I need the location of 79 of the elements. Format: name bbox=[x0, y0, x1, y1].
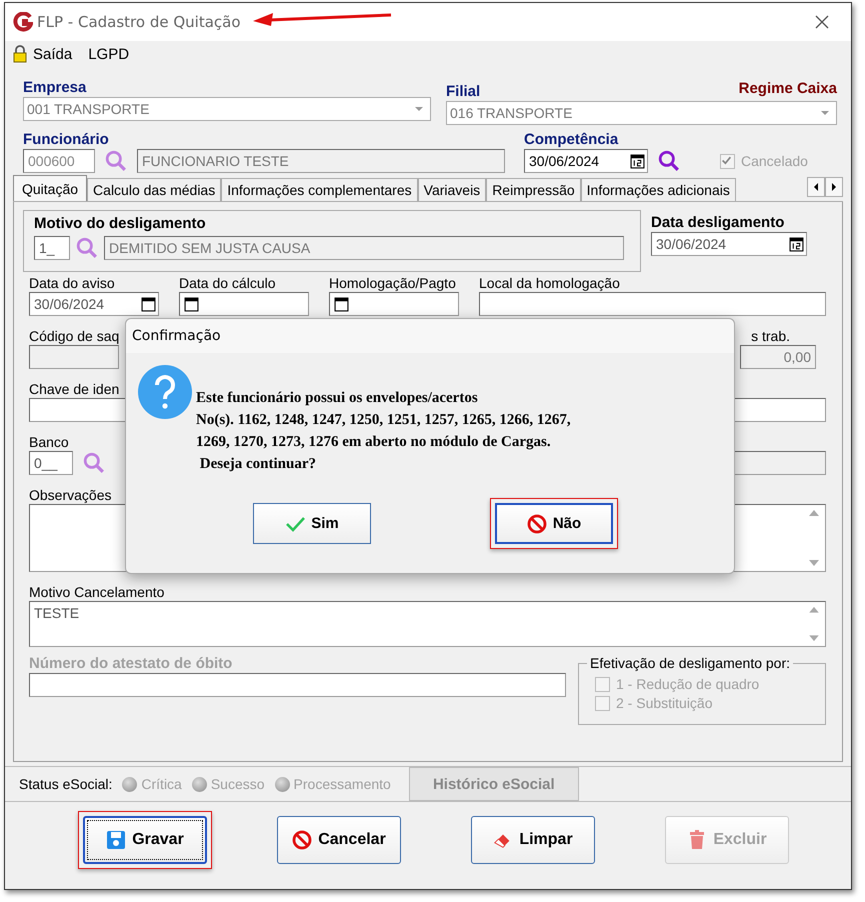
field-label: Homologação/Pagto bbox=[329, 275, 456, 292]
reason-code-field[interactable]: 1_ bbox=[34, 236, 70, 260]
tab[interactable]: Calculo das médias bbox=[87, 178, 222, 201]
dialog-button[interactable]: Não bbox=[495, 503, 613, 544]
date-field[interactable] bbox=[179, 292, 309, 316]
tab[interactable]: Variaveis bbox=[418, 178, 486, 201]
field-label: Data do cálculo bbox=[179, 275, 276, 292]
field-label: Motivo Cancelamento bbox=[29, 584, 164, 601]
window-title: FLP - Cadastro de Quitação bbox=[37, 13, 241, 31]
triangle-left-icon bbox=[813, 183, 819, 191]
question-icon bbox=[138, 365, 192, 419]
field-label: Código de saq bbox=[29, 328, 120, 345]
dropdown-caret-icon bbox=[820, 110, 830, 116]
employee-code-field[interactable]: 000600 bbox=[23, 149, 95, 173]
prohibited-icon bbox=[526, 514, 547, 534]
indicator-label: Crítica bbox=[141, 776, 182, 792]
indicator-label: Sucesso bbox=[210, 776, 265, 792]
calendar-icon[interactable] bbox=[141, 296, 156, 312]
company-dropdown[interactable]: 001 TRANSPORTE bbox=[23, 97, 431, 121]
employee-name-field: FUNCIONARIO TESTE bbox=[137, 149, 505, 173]
field-label: Filial bbox=[446, 83, 480, 101]
dialog-button[interactable]: Sim bbox=[253, 503, 371, 544]
dialog-message: Este funcionário possui os envelopes/acertos No(s). 1162, 1248, 1247, 1250, 1251, 1257, 1265, 1266, 1267, 1269, 1270, 1273, 1276 em aberto no módulo de Cargas. Deseja continuar? bbox=[196, 389, 571, 474]
checkmark-icon bbox=[721, 154, 732, 166]
calendar-icon[interactable] bbox=[334, 296, 349, 312]
field-label: Competência bbox=[524, 131, 620, 149]
calendar-icon[interactable] bbox=[630, 154, 645, 168]
reason-field: DEMITIDO SEM JUSTA CAUSA bbox=[104, 236, 624, 260]
action-button[interactable]: Gravar bbox=[83, 816, 207, 864]
action-button[interactable]: Limpar bbox=[471, 816, 595, 864]
search-icon[interactable] bbox=[658, 150, 680, 172]
lock-icon bbox=[13, 45, 27, 63]
regime-label: Regime Caixa bbox=[738, 80, 837, 97]
branch-dropdown[interactable]: 016 TRANSPORTE bbox=[446, 101, 837, 125]
field-label: Banco bbox=[29, 434, 69, 451]
scrollbar-icon[interactable] bbox=[808, 508, 820, 568]
field-label: Data desligamento bbox=[651, 214, 786, 232]
menu-item[interactable]: LGPD bbox=[88, 46, 130, 62]
app-logo-icon bbox=[13, 12, 33, 32]
bank-code-field[interactable]: 0__ bbox=[29, 451, 73, 475]
field-label: Empresa bbox=[23, 79, 88, 97]
group-title: Motivo do desligamento bbox=[34, 215, 207, 233]
field-label: Funcionário bbox=[23, 131, 110, 149]
tab[interactable]: Informações complementares bbox=[221, 178, 418, 201]
cancel-reason-field[interactable]: TESTE bbox=[29, 601, 826, 647]
checkbox-label: Cancelado bbox=[741, 153, 808, 169]
checkbox-label: 2 - Substituição bbox=[616, 695, 712, 711]
tab[interactable]: Informações adicionais bbox=[580, 178, 736, 201]
field-label: Local da homologação bbox=[479, 275, 620, 292]
tab[interactable]: Quitação bbox=[13, 175, 88, 201]
action-button[interactable]: Cancelar bbox=[277, 816, 401, 864]
checkbox-label: 1 - Redução de quadro bbox=[616, 676, 760, 692]
group-title: Efetivação de desligamento por: bbox=[587, 655, 794, 671]
menu-item[interactable]: Saída bbox=[33, 46, 72, 62]
location-field[interactable] bbox=[479, 292, 826, 316]
scroll-right-button[interactable] bbox=[825, 177, 843, 197]
indicator-label: Processamento bbox=[294, 776, 391, 792]
field-label: Número do atestato de óbito bbox=[29, 655, 234, 673]
triangle-right-icon bbox=[831, 183, 837, 191]
date-field[interactable] bbox=[329, 292, 459, 316]
date-field[interactable]: 30/06/2024 bbox=[29, 292, 159, 316]
date-field[interactable]: 30/06/2024 bbox=[524, 149, 648, 173]
scroll-left-button[interactable] bbox=[807, 177, 825, 197]
field-label: Observações bbox=[29, 487, 112, 504]
calendar-icon[interactable] bbox=[184, 296, 199, 312]
tab[interactable]: Reimpressão bbox=[486, 178, 581, 201]
dialog-title: Confirmação bbox=[132, 328, 221, 344]
dropdown-caret-icon bbox=[414, 106, 424, 112]
status-label: Status eSocial: bbox=[19, 776, 112, 792]
field-label: Chave de iden bbox=[29, 381, 120, 398]
field-label: s trab. bbox=[751, 328, 790, 345]
close-icon[interactable] bbox=[815, 15, 829, 29]
field-label: Data do aviso bbox=[29, 275, 115, 292]
date-field[interactable]: 30/06/2024 bbox=[651, 232, 807, 256]
prohibited-icon bbox=[292, 830, 312, 850]
certificate-field[interactable] bbox=[29, 673, 566, 697]
calendar-icon[interactable] bbox=[789, 236, 804, 252]
amount-field: 0,00 bbox=[740, 345, 816, 369]
scrollbar-icon[interactable] bbox=[808, 605, 820, 643]
